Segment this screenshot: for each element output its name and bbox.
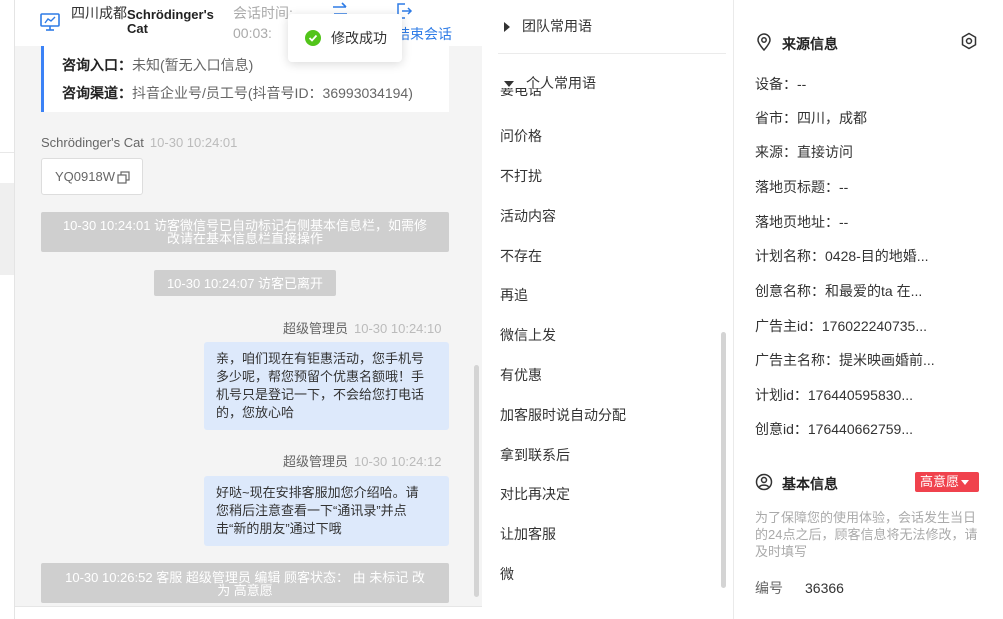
visitor-location: 四川成都	[71, 5, 127, 21]
consult-entry-row: 咨询入口：未知(暂无入口信息)	[62, 55, 253, 75]
user-circle-icon	[755, 473, 773, 491]
sender-name: 超级管理员	[283, 321, 349, 336]
system-message: 10-30 10:24:07 访客已离开	[154, 270, 336, 296]
intent-status-dropdown[interactable]: 高意愿	[915, 472, 979, 492]
advertiser-id-field: 广告主id：176022240735...	[755, 318, 927, 334]
customer-info-panel: 来源信息 设备：-- 省市：四川，成都 来源：直接访问 落地页标题：-- 落地页…	[735, 0, 1003, 619]
team-phrases-label: 团队常用语	[522, 18, 592, 34]
system-message-line: 为 高意愿	[217, 583, 273, 598]
phrase-item[interactable]: 让加客服	[500, 524, 556, 544]
phrase-item[interactable]: 微	[500, 564, 514, 584]
phrase-item[interactable]: 问价格	[500, 126, 542, 146]
creative-name-field: 创意名称：和最爱的ta 在...	[755, 283, 923, 299]
consult-channel-row: 咨询渠道：抖音企业号/员工号(抖音号ID：36993034194)	[62, 83, 413, 103]
sender-name: 超级管理员	[283, 454, 349, 469]
bubble-line: 多少呢，帮您预留个优惠名额哦！手	[216, 369, 425, 384]
source-field: 来源：直接访问	[755, 144, 853, 160]
chat-input-area[interactable]	[15, 606, 482, 619]
customer-code-row: 编号 36366	[755, 578, 844, 598]
session-time-value: 00:03:	[233, 25, 272, 41]
creative-id-field: 创意id：176440662759...	[755, 421, 913, 437]
plan-name-field: 计划名称：0428-目的地婚...	[755, 248, 929, 264]
caret-down-icon	[961, 480, 970, 486]
copy-icon[interactable]	[117, 171, 130, 184]
message-sender: 超级管理员 10-30 10:24:12	[283, 451, 441, 470]
system-message-line: 改请在基本信息栏直接操作	[166, 231, 323, 246]
phrase-item[interactable]: 有优惠	[500, 365, 542, 385]
phrase-item[interactable]: 拿到联系后	[500, 445, 570, 465]
bubble-line: 您稍后注意查看一下“通讯录”并点	[216, 503, 407, 518]
bubble-line: 的，您放心哈	[216, 405, 295, 420]
phrase-item[interactable]: 活动内容	[500, 206, 556, 226]
bubble-line: 击“新的朋友”通过下哦	[216, 521, 342, 536]
system-message: 10-30 10:24:01 访客微信号已自动标记右侧基本信息栏，如需修 改请在…	[41, 212, 449, 252]
phrase-item[interactable]: 不打扰	[500, 166, 542, 186]
phrase-item[interactable]: 对比再决定	[500, 484, 570, 504]
customer-code-value: 36366	[805, 580, 844, 596]
caret-down-icon	[504, 81, 514, 88]
basic-info-title: 基本信息	[782, 476, 838, 492]
message-time: 10-30 10:24:12	[354, 454, 442, 469]
message-id-text: YQ0918W	[55, 169, 115, 184]
success-toast: 修改成功	[288, 14, 402, 62]
system-message: 10-30 10:26:52 客服 超级管理员 编辑 顾客状态： 由 未标记 改…	[41, 563, 449, 603]
message-time: 10-30 10:24:10	[354, 321, 442, 336]
settings-hex-icon[interactable]	[960, 32, 978, 50]
sender-name: Schrödinger's Cat	[41, 135, 144, 150]
caret-right-icon	[504, 22, 510, 33]
location-pin-icon	[757, 33, 771, 51]
left-strip-divider	[0, 152, 14, 153]
phrases-panel: 团队常用语 个人常用语 要电话 问价格 不打扰 活动内容 不存在 再追 微信上发…	[482, 0, 734, 619]
left-strip-selected-area[interactable]	[0, 183, 14, 275]
intent-status-label: 高意愿	[920, 474, 960, 489]
bubble-line: 亲，咱们现在有钜惠活动，您手机号	[216, 351, 425, 366]
left-nav-strip	[0, 0, 15, 619]
chat-header: 四川成都 Schrödinger's Cat 会话时间: 00:03: 结束会话	[15, 0, 482, 46]
visitor-name: Schrödinger's Cat	[127, 7, 214, 36]
phrase-item-label: 要电话	[500, 88, 542, 98]
toast-text: 修改成功	[331, 30, 387, 46]
phrase-item[interactable]: 加客服时说自动分配	[500, 405, 626, 425]
message-time: 10-30 10:24:01	[149, 135, 238, 150]
phrases-scrollbar[interactable]	[721, 332, 726, 588]
phrase-item[interactable]: 再追	[500, 285, 528, 305]
end-session-button[interactable]: 结束会话	[396, 24, 452, 44]
message-sender: Schrödinger's Cat 10-30 10:24:01	[41, 135, 237, 150]
consult-entry-label: 咨询入口：	[62, 57, 132, 73]
consult-channel-label: 咨询渠道：	[62, 85, 132, 101]
session-time: 会话时间: 00:03:	[233, 3, 293, 43]
app-root: 四川成都 Schrödinger's Cat 会话时间: 00:03: 结束会话…	[0, 0, 1003, 619]
source-info-title: 来源信息	[782, 36, 838, 52]
edit-notice: 为了保障您的使用体验，会话发生当日的24点之后，顾客信息将无法修改，请及时填写	[755, 510, 978, 559]
consult-entry-value: 未知(暂无入口信息)	[132, 57, 254, 73]
chat-bubble: 好哒~现在安排客服加您介绍哈。请 您稍后注意查看一下“通讯录”并点 击“新的朋友…	[204, 476, 449, 546]
plan-id-field: 计划id：176440595830...	[755, 387, 913, 403]
device-field: 设备：--	[755, 76, 807, 92]
chat-scrollbar[interactable]	[474, 365, 479, 597]
phrase-item[interactable]: 微信上发	[500, 325, 556, 345]
success-check-icon	[305, 30, 321, 46]
landing-title-field: 落地页标题：--	[755, 179, 849, 195]
phrase-item[interactable]: 不存在	[500, 246, 542, 266]
advertiser-name-field: 广告主名称：提米映画婚前...	[755, 352, 935, 368]
message-id-card[interactable]: YQ0918W	[41, 158, 143, 195]
customer-code-label: 编号	[755, 580, 783, 596]
monitor-icon	[40, 13, 60, 31]
chat-panel: 四川成都 Schrödinger's Cat 会话时间: 00:03: 结束会话…	[15, 0, 482, 619]
province-field: 省市：四川，成都	[755, 110, 867, 126]
consult-channel-value: 抖音企业号/员工号(抖音号ID：36993034194)	[132, 85, 413, 101]
bubble-line: 机号只是登记一下，不会给您打电话	[216, 387, 425, 402]
landing-url-field: 落地页地址：--	[755, 214, 849, 230]
phrase-item-clipped[interactable]: 要电话	[498, 88, 578, 102]
session-time-label: 会话时间:	[233, 5, 293, 21]
bubble-line: 好哒~现在安排客服加您介绍哈。请	[216, 485, 419, 500]
team-phrases-toggle[interactable]: 团队常用语	[504, 16, 592, 36]
message-sender: 超级管理员 10-30 10:24:10	[283, 318, 441, 337]
phrases-divider	[498, 53, 726, 54]
chat-bubble: 亲，咱们现在有钜惠活动，您手机号 多少呢，帮您预留个优惠名额哦！手 机号只是登记…	[204, 342, 449, 430]
